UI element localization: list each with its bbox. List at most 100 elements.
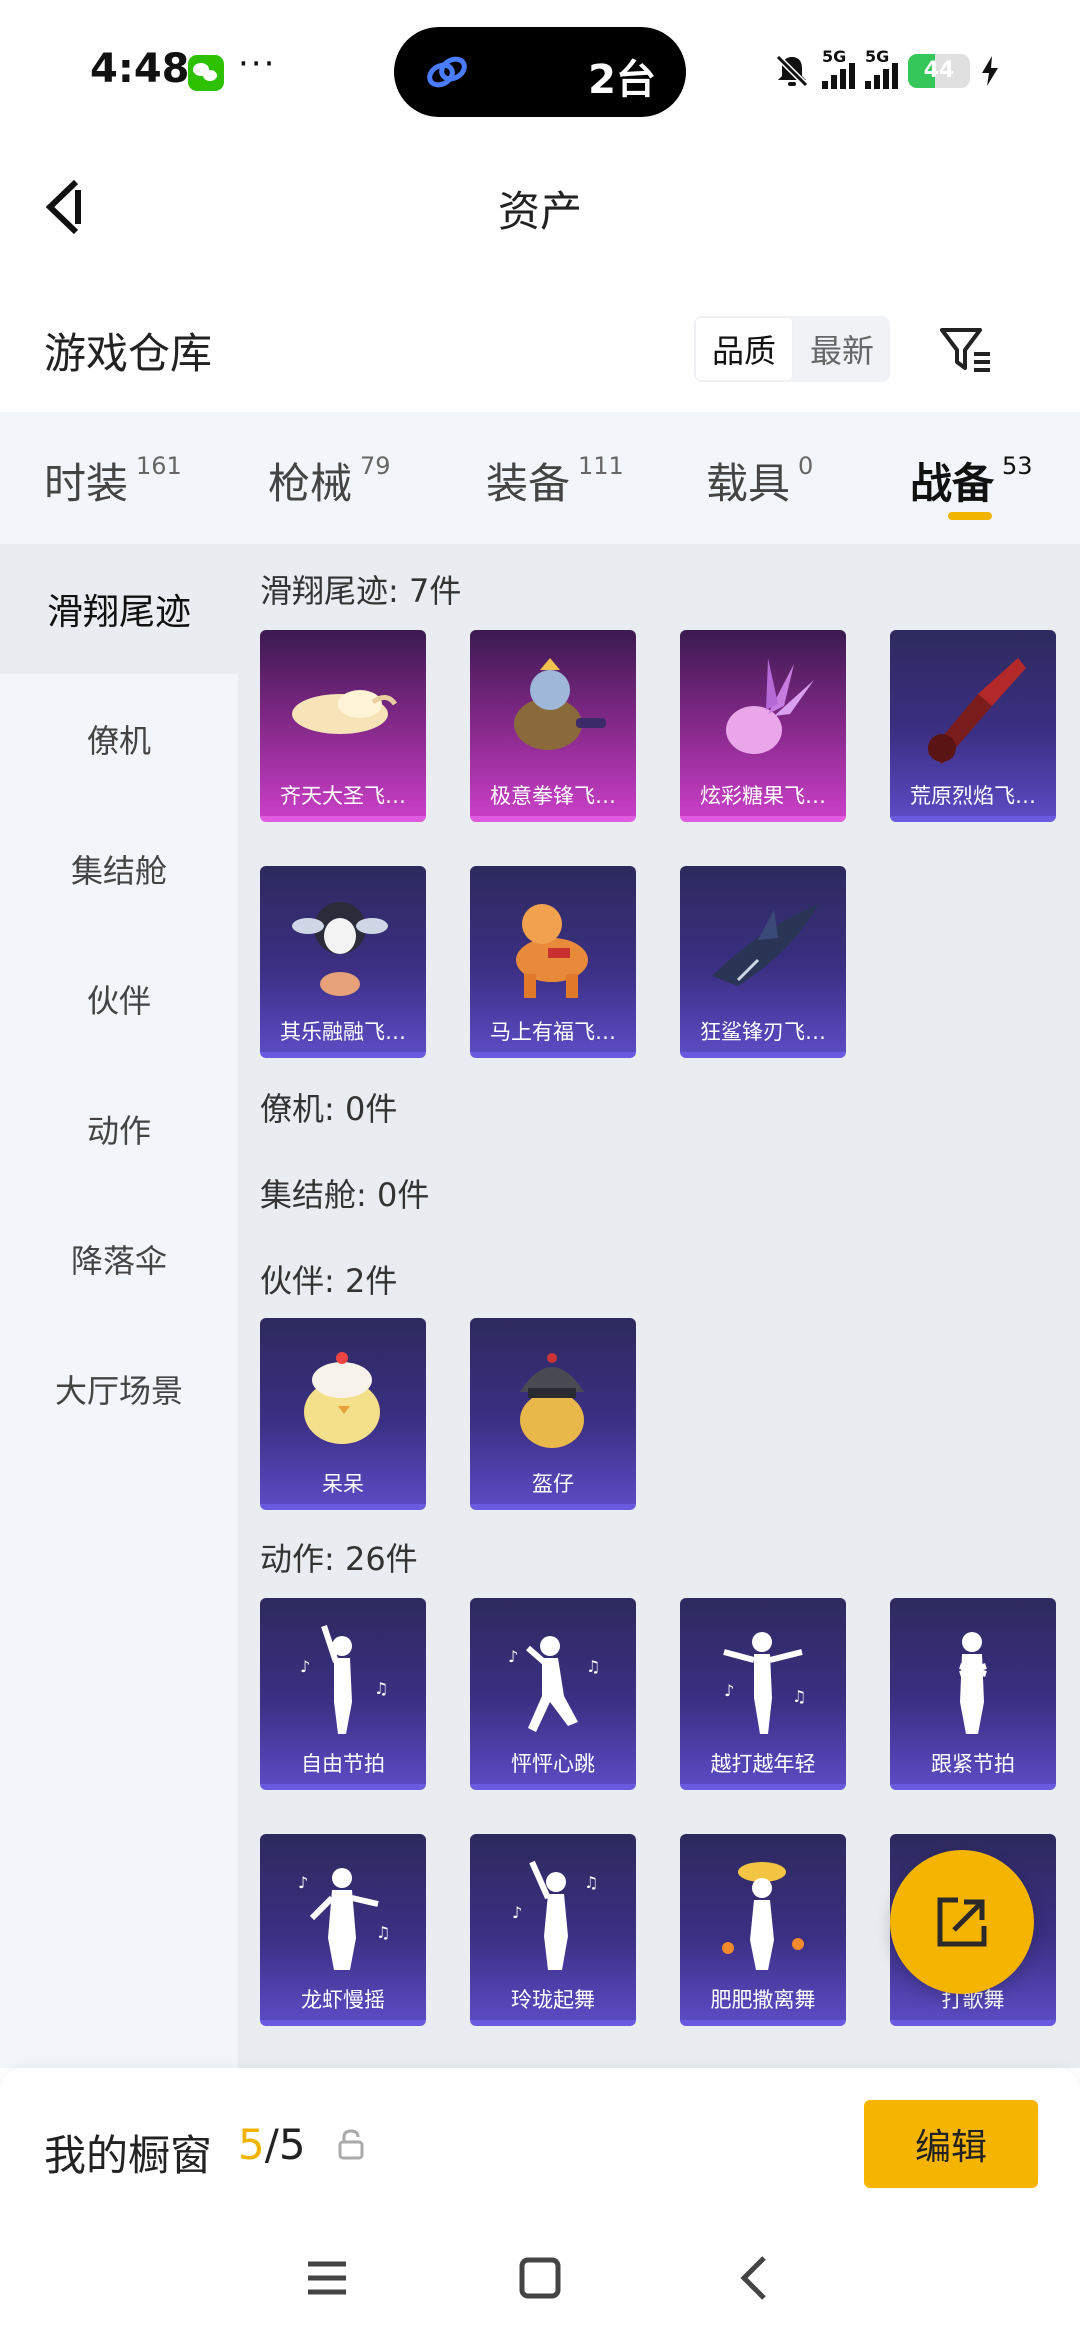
- item-card[interactable]: 炫彩糖果飞…: [680, 630, 846, 822]
- network-type-label: 5G: [822, 47, 847, 66]
- sort-by-quality[interactable]: 品质: [694, 316, 794, 382]
- network-type-label-2: 5G: [865, 47, 890, 66]
- tab-label: 装备: [486, 459, 571, 508]
- item-name: 肥肥撒离舞: [710, 1988, 816, 2012]
- item-card[interactable]: ♪ ♫ 自由节拍: [260, 1598, 426, 1790]
- link-icon: [427, 56, 467, 88]
- item-name: 龙虾慢摇: [301, 1988, 385, 2012]
- item-card[interactable]: 呆呆: [260, 1318, 426, 1510]
- tab-count: 79: [360, 452, 391, 480]
- sidebar-item-wingman[interactable]: 僚机: [0, 674, 238, 804]
- group-label-glide: 滑翔尾迹: 7件: [260, 572, 462, 610]
- dancer-silhouette-icon: ♪♫: [508, 1636, 600, 1732]
- edit-button[interactable]: 编辑: [864, 2100, 1038, 2188]
- showcase-title: 我的橱窗: [44, 2131, 213, 2180]
- tab-fashion[interactable]: 时装 161: [44, 450, 182, 511]
- item-card[interactable]: 跟紧节拍: [890, 1598, 1056, 1790]
- item-card[interactable]: 其乐融融飞…: [260, 866, 426, 1058]
- item-name: 马上有福飞…: [490, 1020, 616, 1044]
- wechat-icon: [188, 55, 224, 91]
- item-card[interactable]: ♪ ♫ 越打越年轻: [680, 1598, 846, 1790]
- tab-equipment[interactable]: 装备 111: [486, 450, 624, 511]
- item-name: 极意拳锋飞…: [490, 784, 616, 808]
- candy-flower-icon: [726, 658, 814, 754]
- more-notifications-icon: ···: [238, 44, 277, 84]
- item-card[interactable]: 荒原烈焰飞…: [890, 630, 1056, 822]
- tab-count: 0: [798, 452, 814, 480]
- bell-muted-icon: [775, 54, 809, 88]
- tab-label: 时装: [44, 459, 129, 508]
- sidebar-item-emote[interactable]: 动作: [0, 1064, 238, 1194]
- item-card[interactable]: 马上有福飞…: [470, 866, 636, 1058]
- horse-toy-icon: [516, 904, 588, 998]
- tab-vehicles[interactable]: 载具 0: [706, 450, 813, 511]
- item-name: 自由节拍: [301, 1752, 385, 1776]
- dancer-silhouette-icon: ♪♫: [300, 1625, 388, 1734]
- item-card[interactable]: 狂鲨锋刃飞…: [680, 866, 846, 1058]
- battery-icon: 44: [908, 54, 970, 88]
- tab-firearms[interactable]: 枪械 79: [268, 450, 391, 511]
- tab-label: 枪械: [268, 459, 353, 508]
- group-label-wingman: 僚机: 0件: [260, 1090, 398, 1128]
- dancer-silhouette-icon: ♪♫: [512, 1860, 598, 1970]
- cloud-trail-icon: [292, 690, 398, 734]
- svg-text:♪: ♪: [512, 1903, 522, 1922]
- item-name: 盔仔: [532, 1472, 574, 1496]
- share-fab[interactable]: [890, 1850, 1034, 1994]
- item-grid: 滑翔尾迹: 7件 齐天大圣飞… 极意拳锋飞… 炫彩糖果飞… 荒原烈焰飞… 其乐融…: [238, 544, 1080, 2068]
- page-title: 资产: [497, 187, 582, 236]
- svg-text:♫: ♫: [584, 1873, 598, 1892]
- elephant-rider-icon: [514, 658, 606, 750]
- item-name: 玲珑起舞: [511, 1988, 595, 2012]
- svg-text:♪: ♪: [300, 1657, 310, 1676]
- dancer-silhouette-icon: [959, 1632, 987, 1734]
- filter-icon[interactable]: [936, 320, 996, 380]
- dynamic-island[interactable]: 2台: [394, 27, 686, 117]
- tab-label: 载具: [706, 459, 791, 508]
- sidebar-item-lobby-scene[interactable]: 大厅场景: [0, 1324, 238, 1454]
- tab-label: 战备: [910, 459, 995, 508]
- item-card[interactable]: 极意拳锋飞…: [470, 630, 636, 822]
- item-card[interactable]: 齐天大圣飞…: [260, 630, 426, 822]
- svg-text:♫: ♫: [374, 1679, 388, 1698]
- sidebar-item-partner[interactable]: 伙伴: [0, 934, 238, 1064]
- item-name: 怦怦心跳: [511, 1752, 595, 1776]
- tab-count: 111: [578, 452, 624, 480]
- item-name: 呆呆: [322, 1472, 364, 1496]
- item-name: 其乐融融飞…: [280, 1020, 406, 1044]
- item-name: 荒原烈焰飞…: [910, 784, 1036, 808]
- app-header: 资产: [0, 140, 1080, 270]
- system-nav-bar: [0, 2228, 1080, 2347]
- item-name: 跟紧节拍: [931, 1752, 1015, 1776]
- sort-by-newest[interactable]: 最新: [794, 316, 890, 382]
- dancer-silhouette-icon: ♪♫: [723, 1632, 806, 1734]
- item-name: 越打越年轻: [710, 1752, 816, 1776]
- status-time: 4:48: [90, 46, 190, 92]
- active-tab-indicator: [948, 512, 992, 520]
- battery-level: 44: [923, 58, 955, 83]
- sidebar-item-glide-trail[interactable]: 滑翔尾迹: [0, 544, 238, 674]
- home-icon[interactable]: [505, 2248, 575, 2308]
- sidebar-item-pod[interactable]: 集结舱: [0, 804, 238, 934]
- showcase-total: /5: [264, 2120, 306, 2169]
- svg-text:♫: ♫: [376, 1923, 390, 1942]
- share-icon: [937, 1897, 987, 1947]
- device-count: 2台: [588, 57, 656, 103]
- status-bar: 4:48 ··· 2台 5G 5G 44: [0, 0, 1080, 140]
- item-card[interactable]: 肥肥撒离舞: [680, 1834, 846, 2026]
- item-card[interactable]: ♪ ♫ 龙虾慢摇: [260, 1834, 426, 2026]
- item-card[interactable]: ♪ ♫ 玲珑起舞: [470, 1834, 636, 2026]
- menu-icon[interactable]: [292, 2248, 362, 2308]
- sidebar-item-parachute[interactable]: 降落伞: [0, 1194, 238, 1324]
- flame-guitar-icon: [928, 658, 1026, 764]
- group-label-emote: 动作: 26件: [260, 1540, 418, 1578]
- tab-combat-gear[interactable]: 战备 53: [910, 450, 1033, 511]
- svg-text:♫: ♫: [586, 1657, 600, 1676]
- helmet-chick-icon: [520, 1353, 584, 1448]
- item-card[interactable]: 盔仔: [470, 1318, 636, 1510]
- item-card[interactable]: ♪ ♫ 怦怦心跳: [470, 1598, 636, 1790]
- fireworks-dancer-icon: [722, 1862, 804, 1970]
- group-label-pod: 集结舱: 0件: [260, 1176, 430, 1214]
- chick-partner-icon: [304, 1352, 380, 1444]
- back-nav-icon[interactable]: [720, 2248, 790, 2308]
